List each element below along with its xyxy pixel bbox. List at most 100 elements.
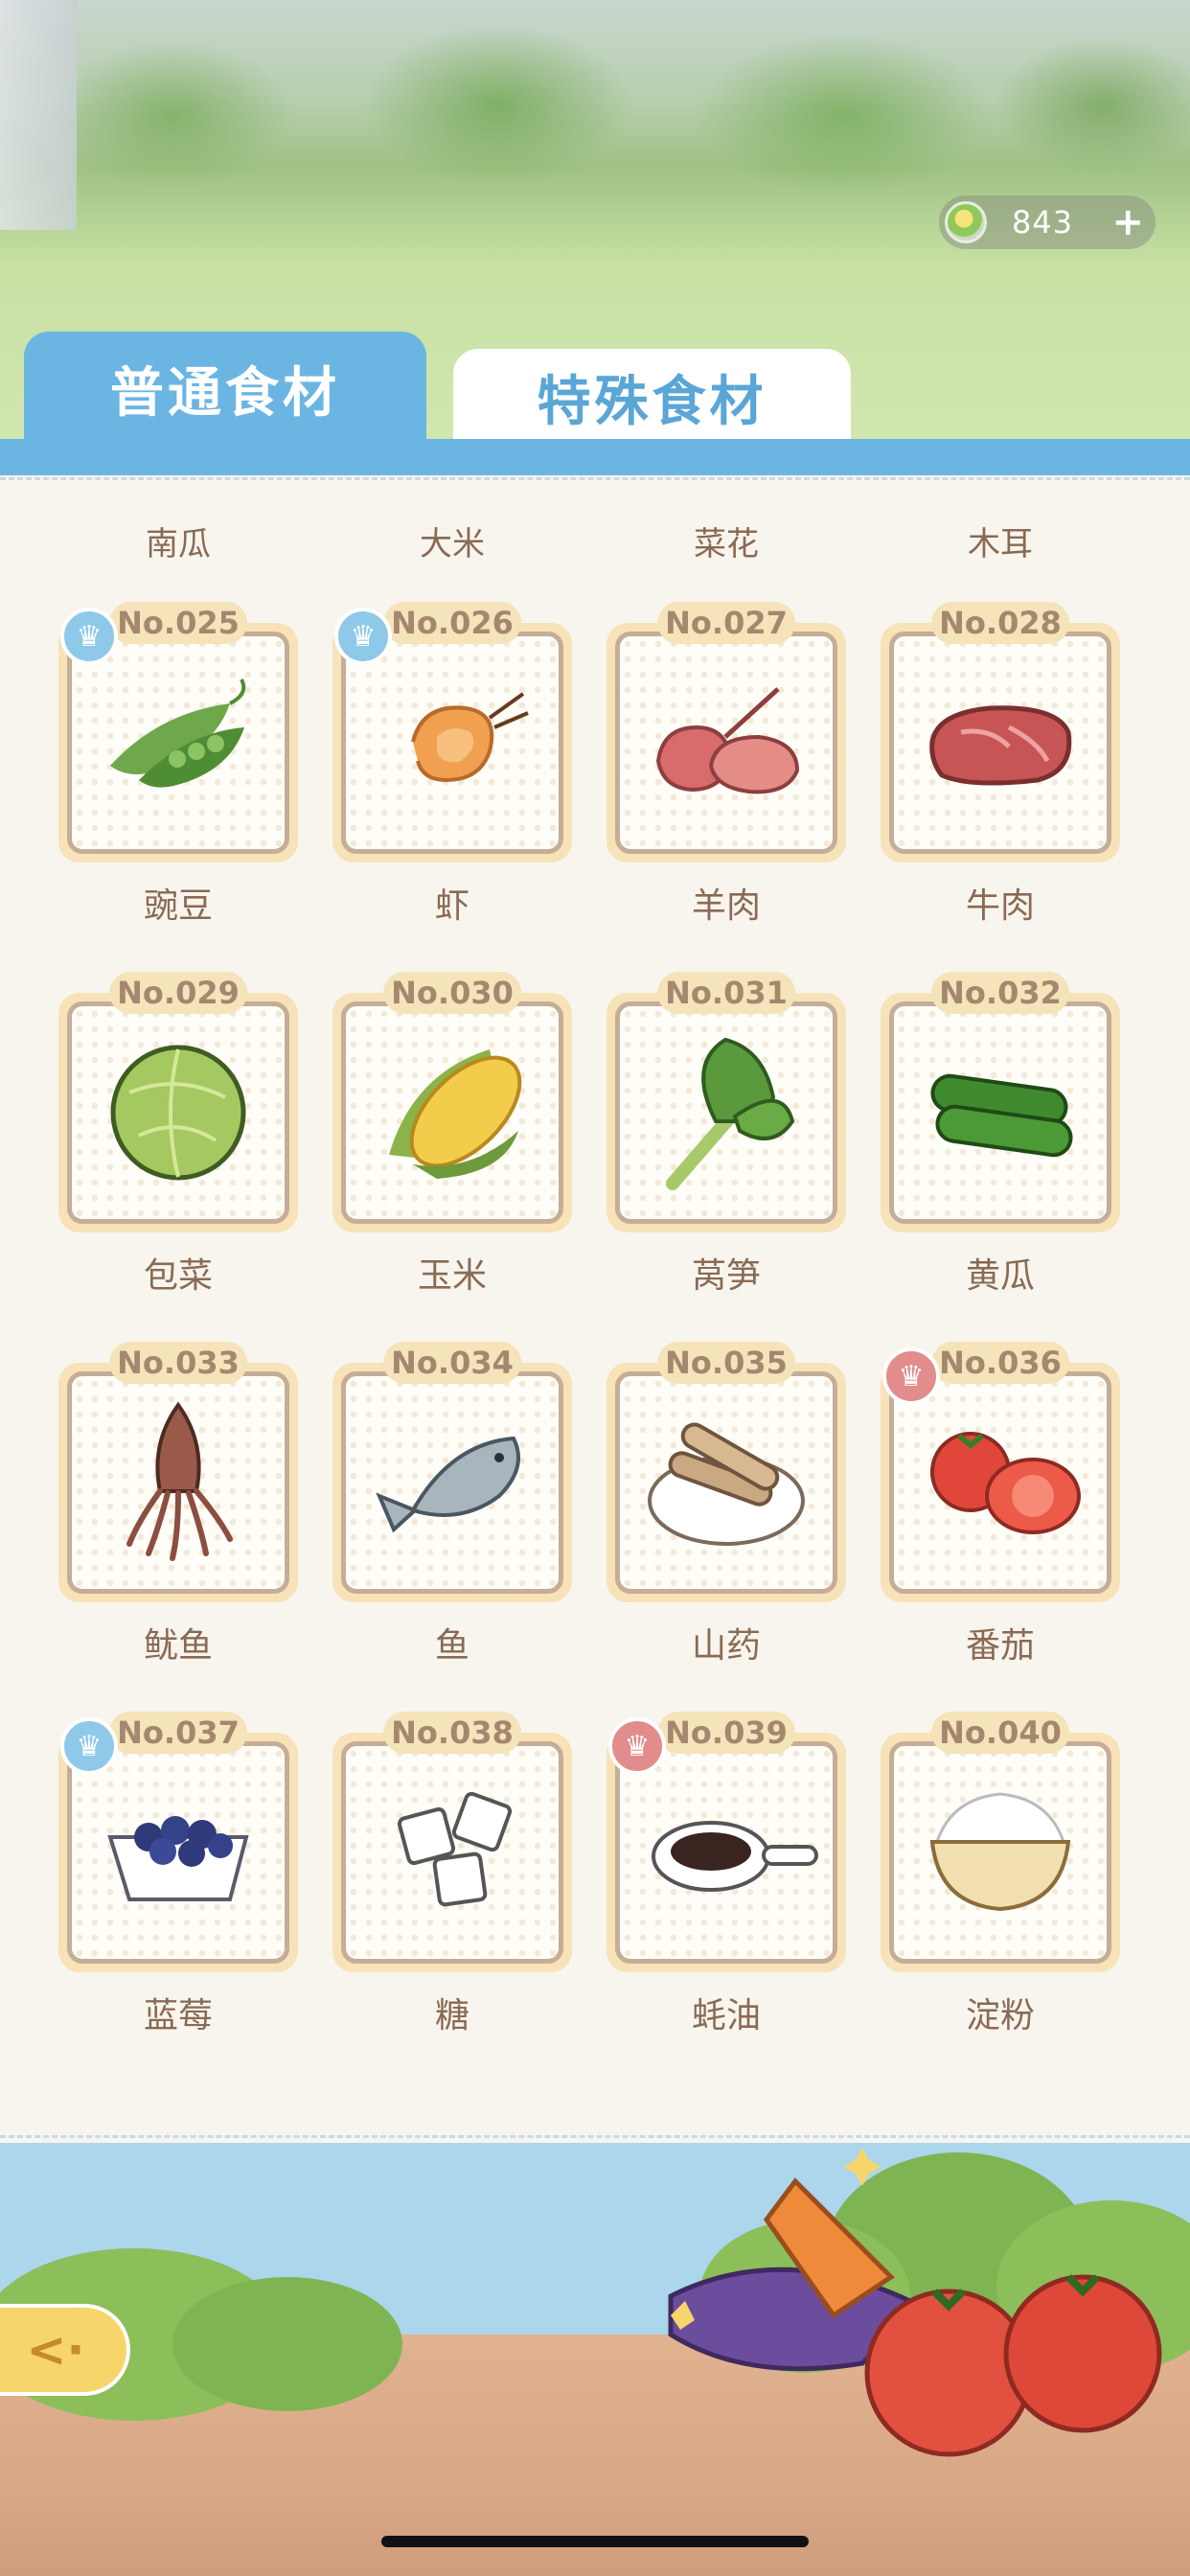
ingredient-card[interactable]: No.028 牛肉 — [881, 602, 1120, 926]
ingredient-card[interactable]: No.037 ♛ 蓝莓 — [58, 1712, 298, 2036]
beef-icon — [929, 705, 1072, 786]
card-frame — [332, 1363, 572, 1602]
ingredient-name: 虾 — [434, 886, 469, 926]
ingredient-name: 羊肉 — [691, 886, 761, 926]
card-frame — [606, 623, 846, 862]
ingredient-card[interactable]: No.031 莴笋 — [606, 972, 846, 1296]
ingredient-card[interactable]: No.034 鱼 — [332, 1342, 572, 1666]
cabbage-icon — [110, 1045, 246, 1181]
ingredient-number: No.030 — [383, 972, 521, 1014]
tab-label: 特殊食材 — [537, 370, 767, 433]
ingredient-card[interactable]: No.029 包菜 — [58, 972, 298, 1296]
previous-row-labels: 南瓜 大米 菜花 木耳 — [0, 518, 1190, 565]
ingredient-name: 豌豆 — [143, 886, 213, 926]
previous-label: 大米 — [420, 525, 485, 564]
currency-display: 843 + — [939, 196, 1156, 249]
ingredient-card[interactable]: No.036 ♛ 番茄 — [881, 1342, 1120, 1666]
sugar-cube-icon — [397, 1791, 513, 1907]
currency-value: 843 — [1012, 204, 1074, 241]
ingredient-name: 番茄 — [965, 1626, 1035, 1666]
ingredient-card[interactable]: No.039 ♛ 蚝油 — [606, 1712, 846, 2036]
ingredient-name: 莴笋 — [691, 1256, 761, 1296]
card-frame — [881, 993, 1120, 1232]
ingredient-card[interactable]: No.030 玉米 — [332, 972, 572, 1296]
ingredient-name: 淀粉 — [965, 1996, 1035, 2036]
pea-pod-icon — [110, 678, 246, 788]
tab-label: 普通食材 — [110, 361, 340, 425]
ingredient-name: 黄瓜 — [965, 1256, 1035, 1296]
back-arrow-icon: <· — [26, 2322, 85, 2378]
tab-bar-underline — [0, 439, 1190, 475]
ingredient-card[interactable]: No.025 ♛ 豌豆 — [58, 602, 298, 926]
card-frame — [332, 1733, 572, 1972]
ingredient-number: No.034 — [383, 1342, 521, 1384]
tab-normal-ingredients[interactable]: 普通食材 — [24, 332, 426, 445]
chef-hat-icon: ♛ — [60, 608, 118, 665]
ingredient-name: 牛肉 — [965, 886, 1035, 926]
starch-bowl-icon — [929, 1792, 1071, 1912]
back-button[interactable]: <· — [0, 2304, 130, 2396]
previous-label: 木耳 — [968, 525, 1033, 564]
shrimp-icon — [411, 692, 529, 783]
ingredient-number: No.037 — [109, 1712, 247, 1754]
ingredient-card[interactable]: No.040 淀粉 — [881, 1712, 1120, 2036]
card-frame — [881, 1733, 1120, 1972]
card-frame — [606, 993, 846, 1232]
ingredient-number: No.036 — [931, 1342, 1069, 1384]
home-indicator[interactable] — [381, 2536, 809, 2547]
ingredient-number: No.038 — [383, 1712, 521, 1754]
plus-icon[interactable]: + — [1111, 203, 1144, 242]
ingredient-card[interactable]: No.027 羊肉 — [606, 602, 846, 926]
ingredient-card[interactable]: No.032 黄瓜 — [881, 972, 1120, 1296]
cucumber-icon — [930, 1073, 1073, 1158]
ingredient-name: 鱼 — [434, 1626, 469, 1666]
background-pillar — [0, 0, 77, 230]
ingredient-card[interactable]: No.033 鱿鱼 — [58, 1342, 298, 1666]
ingredient-number: No.027 — [657, 602, 795, 644]
card-frame — [332, 993, 572, 1232]
ingredient-number: No.028 — [931, 602, 1069, 644]
ingredient-number: No.029 — [109, 972, 247, 1014]
chef-hat-icon: ♛ — [882, 1347, 940, 1405]
ingredient-number: No.035 — [657, 1342, 795, 1384]
panel-bottom-divider — [0, 2135, 1190, 2138]
oyster-sauce-icon — [652, 1821, 818, 1892]
chef-hat-icon: ♛ — [608, 1717, 666, 1775]
ingredient-card[interactable]: No.035 山药 — [606, 1342, 846, 1666]
card-frame — [606, 1363, 846, 1602]
panel-top-divider — [0, 477, 1190, 480]
ingredient-name: 蓝莓 — [143, 1996, 213, 2036]
ingredient-name: 糖 — [434, 1996, 469, 2036]
ingredient-number: No.031 — [657, 972, 795, 1014]
tomato-icon — [930, 1432, 1081, 1534]
ingredient-number: No.032 — [931, 972, 1069, 1014]
ingredient-number: No.026 — [383, 602, 521, 644]
ingredient-name: 蚝油 — [691, 1996, 761, 2036]
chef-hat-icon: ♛ — [334, 608, 392, 665]
ingredient-name: 玉米 — [417, 1256, 487, 1296]
ingredient-number: No.033 — [109, 1342, 247, 1384]
ingredient-card[interactable]: No.026 ♛ 虾 — [332, 602, 572, 926]
previous-label: 南瓜 — [146, 525, 211, 564]
ingredient-number: No.025 — [109, 602, 247, 644]
blueberry-icon — [107, 1816, 249, 1901]
bottom-scene — [0, 2143, 1190, 2576]
card-frame — [58, 993, 298, 1232]
previous-label: 菜花 — [694, 525, 759, 564]
card-frame — [881, 623, 1120, 862]
scene-illustration — [0, 2148, 1190, 2457]
ingredient-name: 山药 — [691, 1626, 761, 1666]
ingredient-name: 鱿鱼 — [143, 1626, 213, 1666]
card-frame — [58, 1363, 298, 1602]
tab-special-ingredients[interactable]: 特殊食材 — [453, 349, 851, 445]
corn-icon — [389, 1049, 522, 1179]
fish-icon — [376, 1436, 520, 1533]
squid-icon — [126, 1401, 233, 1561]
chef-hat-icon: ♛ — [60, 1717, 118, 1775]
lettuce-stem-icon — [666, 1037, 795, 1190]
lamb-icon — [655, 687, 800, 794]
ingredient-card[interactable]: No.038 糖 — [332, 1712, 572, 2036]
yam-icon — [648, 1422, 805, 1546]
ingredient-number: No.039 — [657, 1712, 795, 1754]
coin-icon — [945, 201, 987, 243]
